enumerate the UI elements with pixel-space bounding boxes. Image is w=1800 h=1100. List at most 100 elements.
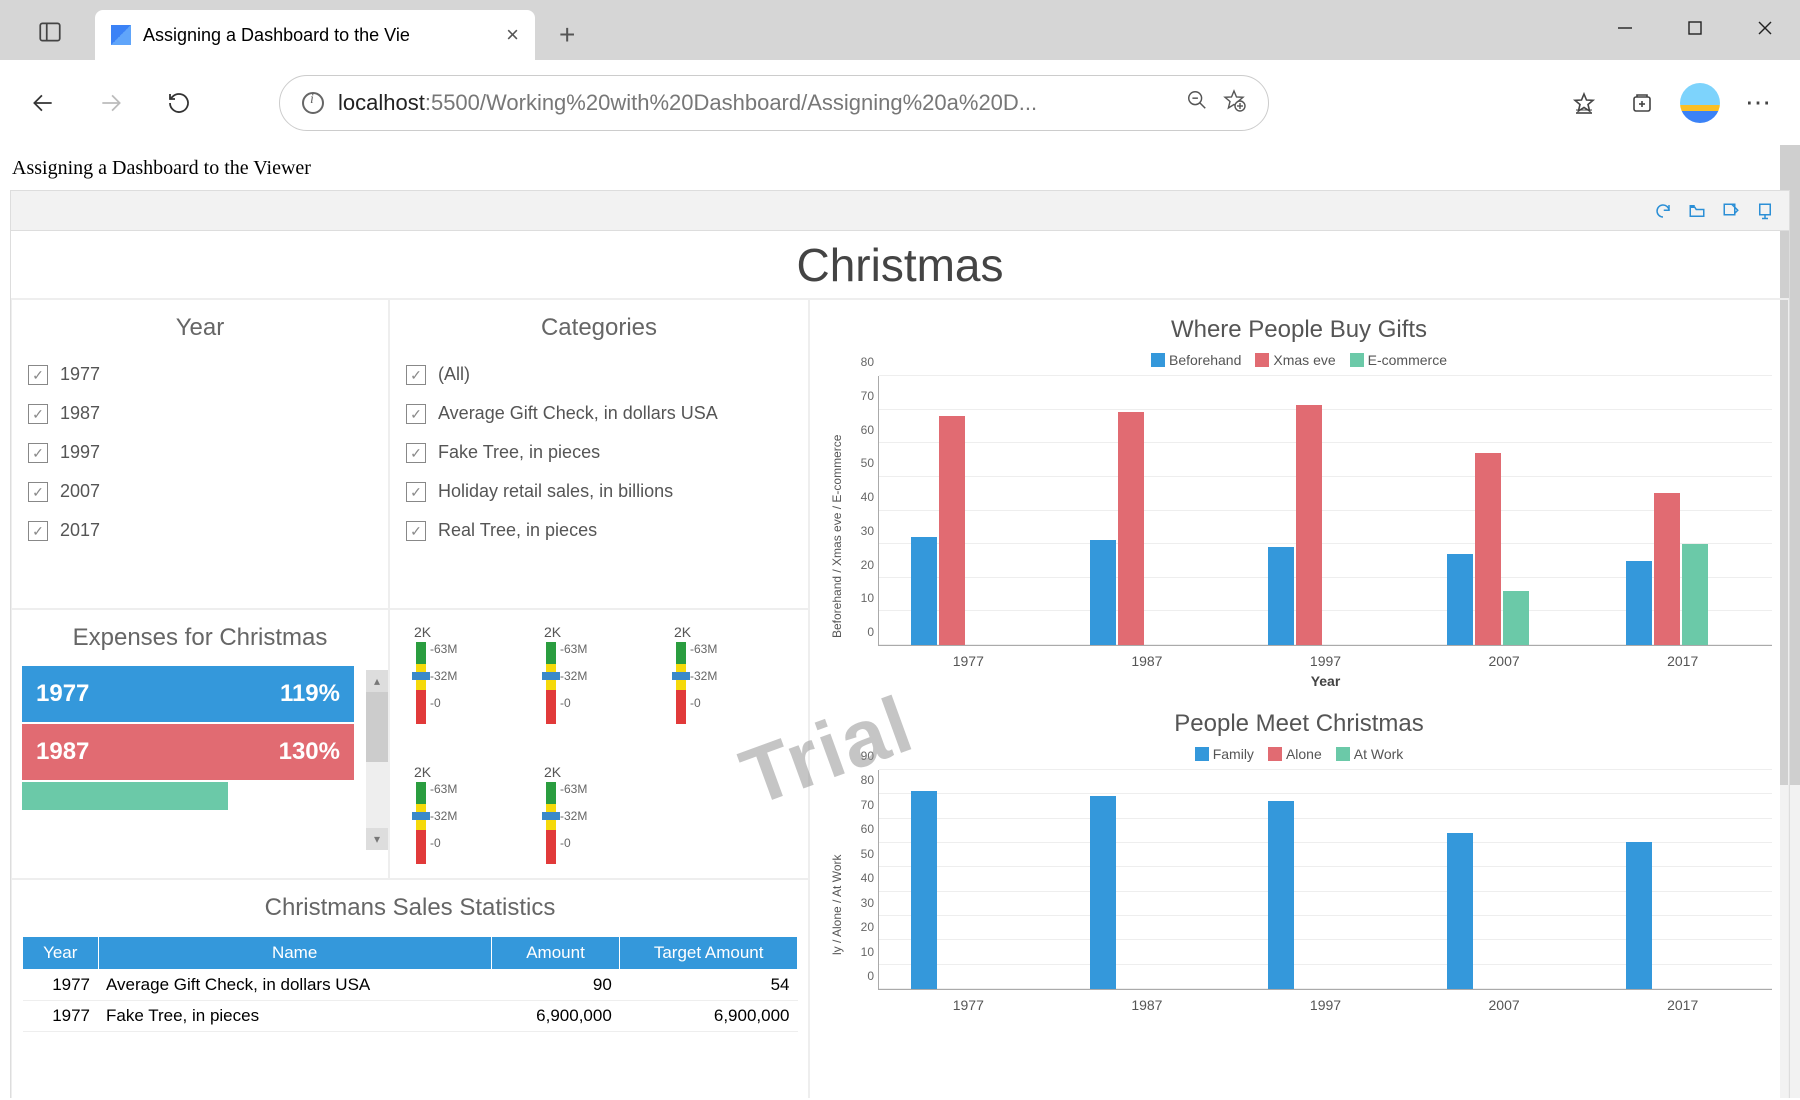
chart-bar[interactable] — [1654, 493, 1680, 645]
legend-item[interactable]: Xmas eve — [1255, 352, 1335, 368]
table-header[interactable]: Year — [23, 937, 99, 970]
window-controls — [1590, 0, 1800, 56]
chart-plot[interactable]: 19771987199720072017 Year — [878, 376, 1772, 646]
table-header[interactable]: Amount — [491, 937, 620, 970]
checkbox-icon[interactable] — [28, 443, 48, 463]
year-option[interactable]: 1997 — [28, 442, 372, 463]
chart-bar[interactable] — [1296, 405, 1322, 645]
expense-row[interactable]: 1987130% — [22, 724, 354, 780]
year-filter-panel: Year 19771987199720072017 — [11, 299, 389, 609]
chart-bar[interactable] — [1118, 412, 1144, 645]
edit-icon[interactable] — [1717, 197, 1745, 225]
side-panel-icon[interactable] — [20, 4, 80, 60]
category-option[interactable]: (All) — [406, 364, 792, 385]
panel-title: Christmans Sales Statistics — [22, 894, 798, 922]
table-row[interactable]: 1977Average Gift Check, in dollars USA90… — [23, 970, 798, 1001]
expense-pct: 130% — [279, 738, 340, 766]
table-row[interactable]: 1977Fake Tree, in pieces6,900,0006,900,0… — [23, 1001, 798, 1032]
open-icon[interactable] — [1683, 197, 1711, 225]
chart-bar[interactable] — [1682, 544, 1708, 645]
table-header[interactable]: Target Amount — [620, 937, 798, 970]
chart-plot[interactable]: 19771987199720072017 — [878, 770, 1772, 990]
tab-strip: Assigning a Dashboard to the Vie × + — [0, 0, 1800, 60]
x-axis-labels: 19771987199720072017 — [879, 653, 1772, 669]
year-label: 1977 — [60, 364, 100, 385]
chart-bar[interactable] — [911, 791, 937, 989]
back-button[interactable] — [15, 75, 71, 131]
page-content: Assigning a Dashboard to the Viewer Chri… — [0, 145, 1800, 1098]
x-axis-title: Year — [879, 673, 1772, 689]
year-option[interactable]: 1987 — [28, 403, 372, 424]
chart-block: Where People Buy Gifts Beforehand Xmas ev… — [820, 308, 1778, 702]
profile-avatar[interactable] — [1673, 76, 1727, 130]
close-window-button[interactable] — [1730, 0, 1800, 56]
site-info-icon[interactable] — [302, 92, 324, 114]
legend-item[interactable]: At Work — [1336, 746, 1404, 762]
chart-bar[interactable] — [1626, 842, 1652, 989]
year-label: 2017 — [60, 520, 100, 541]
checkbox-icon[interactable] — [406, 521, 426, 541]
category-label: (All) — [438, 364, 470, 385]
favorites-icon[interactable] — [1557, 76, 1611, 130]
category-option[interactable]: Real Tree, in pieces — [406, 520, 792, 541]
chart-bar[interactable] — [939, 416, 965, 646]
address-bar[interactable]: localhost:5500/Working%20with%20Dashboar… — [279, 75, 1269, 131]
chart-bar[interactable] — [1475, 453, 1501, 645]
chart-bar[interactable] — [1268, 547, 1294, 645]
checkbox-icon[interactable] — [28, 404, 48, 424]
new-tab-button[interactable]: + — [545, 10, 589, 60]
fullscreen-icon[interactable] — [1751, 197, 1779, 225]
browser-tab[interactable]: Assigning a Dashboard to the Vie × — [95, 10, 535, 60]
stats-table: YearNameAmountTarget Amount1977Average G… — [22, 936, 798, 1032]
more-menu-icon[interactable]: ⋯ — [1731, 76, 1785, 130]
category-option[interactable]: Holiday retail sales, in billions — [406, 481, 792, 502]
category-option[interactable]: Average Gift Check, in dollars USA — [406, 403, 792, 424]
checkbox-icon[interactable] — [406, 443, 426, 463]
checkbox-icon[interactable] — [406, 404, 426, 424]
checkbox-icon[interactable] — [28, 365, 48, 385]
checkbox-icon[interactable] — [28, 482, 48, 502]
scroll-down-icon[interactable]: ▾ — [366, 828, 388, 850]
chart-bar[interactable] — [1447, 833, 1473, 989]
chart-title: Where People Buy Gifts — [826, 316, 1772, 344]
chart-bar[interactable] — [1090, 540, 1116, 645]
expenses-scrollbar[interactable]: ▴ ▾ — [366, 670, 388, 850]
year-label: 1997 — [60, 442, 100, 463]
checkbox-icon[interactable] — [28, 521, 48, 541]
gauges-panel: 2K -63M-32M-0 2K -63M-32M-0 2K -63M-32M-… — [389, 609, 809, 879]
year-option[interactable]: 2007 — [28, 481, 372, 502]
refresh-button[interactable] — [151, 75, 207, 131]
checkbox-icon[interactable] — [406, 482, 426, 502]
category-label: Real Tree, in pieces — [438, 520, 597, 541]
expense-row[interactable]: 1977119% — [22, 666, 354, 722]
gauges-grid: 2K -63M-32M-0 2K -63M-32M-0 2K -63M-32M-… — [400, 618, 798, 870]
chart-bar[interactable] — [1090, 796, 1116, 989]
chart-bar[interactable] — [1626, 561, 1652, 645]
scroll-up-icon[interactable]: ▴ — [366, 670, 388, 692]
legend-item[interactable]: Beforehand — [1151, 352, 1241, 368]
year-label: 2007 — [60, 481, 100, 502]
chart-bar[interactable] — [1503, 591, 1529, 645]
legend-item[interactable]: E-commerce — [1350, 352, 1447, 368]
maximize-button[interactable] — [1660, 0, 1730, 56]
close-tab-icon[interactable]: × — [506, 22, 519, 48]
legend-item[interactable]: Alone — [1268, 746, 1322, 762]
chart-bar[interactable] — [1268, 801, 1294, 989]
checkbox-icon[interactable] — [406, 365, 426, 385]
expense-row[interactable] — [22, 782, 228, 810]
year-option[interactable]: 2017 — [28, 520, 372, 541]
category-option[interactable]: Fake Tree, in pieces — [406, 442, 792, 463]
favorite-add-icon[interactable] — [1222, 88, 1246, 117]
zoom-out-icon[interactable] — [1186, 89, 1208, 116]
forward-button[interactable] — [83, 75, 139, 131]
table-header[interactable]: Name — [98, 937, 491, 970]
chart-bar[interactable] — [1447, 554, 1473, 645]
year-option[interactable]: 1977 — [28, 364, 372, 385]
year-label: 1987 — [60, 403, 100, 424]
minimize-button[interactable] — [1590, 0, 1660, 56]
legend-item[interactable]: Family — [1195, 746, 1254, 762]
chart-bar[interactable] — [911, 537, 937, 645]
panel-title: Categories — [400, 314, 798, 342]
refresh-icon[interactable] — [1649, 197, 1677, 225]
collections-icon[interactable] — [1615, 76, 1669, 130]
